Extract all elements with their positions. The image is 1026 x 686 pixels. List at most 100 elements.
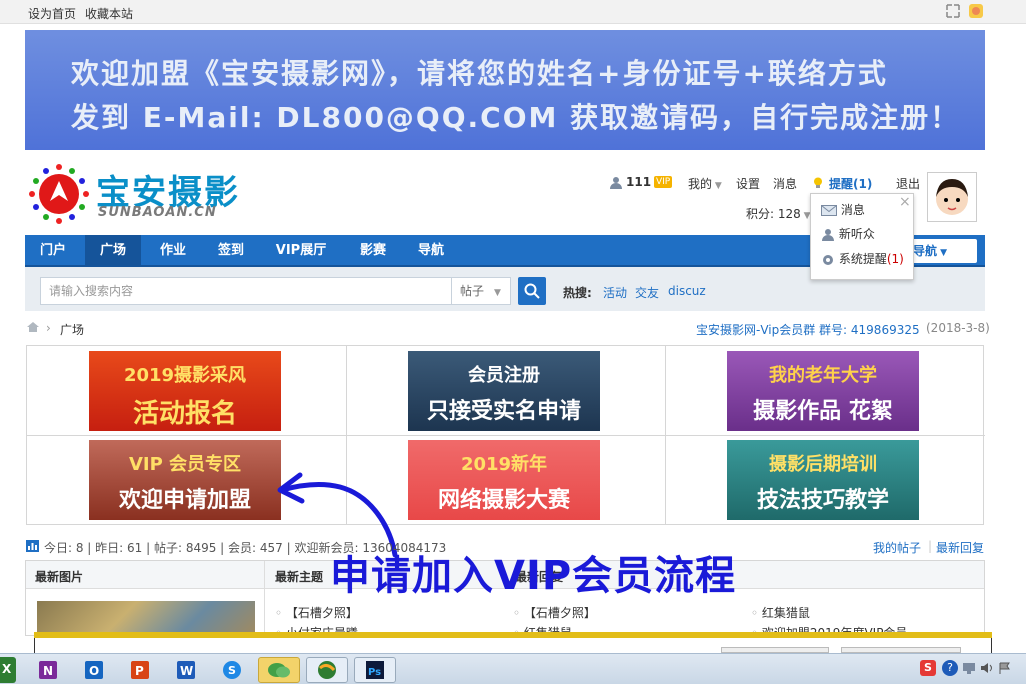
promo-tile-register[interactable]: 会员注册 只接受实名申请 [408, 351, 600, 431]
promo-tile-college[interactable]: 我的老年大学 摄影作品 花絮 [727, 351, 919, 431]
tile-line-1: 摄影后期培训 [769, 454, 877, 475]
promo-tile-vip[interactable]: VIP 会员专区欢迎申请加盟 [89, 440, 281, 520]
svg-text:S: S [228, 664, 236, 677]
browser-app-icon[interactable] [306, 657, 348, 683]
my-menu[interactable]: 我的 ▼ [688, 175, 722, 192]
promo-tile-training[interactable]: 摄影后期培训 技法技巧教学 [727, 440, 919, 520]
logo-subtitle: SUNBAOAN.CN [98, 205, 217, 220]
banner-line-1: 欢迎加盟《宝安摄影网》，请将您的姓名+身份证号+联络方式 [71, 57, 888, 90]
list-item-text: 【石槽夕照】 [285, 606, 358, 620]
logo-wheel-icon [29, 164, 89, 224]
popup-new-listener[interactable]: 新听众 [821, 225, 875, 242]
reminders-link[interactable]: 提醒(1) [829, 175, 872, 192]
app-icon[interactable] [968, 3, 984, 19]
powerpoint-app-icon[interactable]: P [122, 657, 158, 683]
group-info: 宝安摄影网-Vip会员群 群号: 419869325 [696, 323, 920, 337]
search-type-label: 帖子 [460, 284, 485, 298]
nav-item-vip-hall[interactable]: VIP展厅 [263, 235, 339, 267]
list-item[interactable]: ◦ 【石槽夕照】 [275, 604, 358, 621]
excel-app-icon[interactable]: X [0, 657, 16, 683]
gear-icon [823, 254, 833, 265]
nav-item-contest[interactable]: 影赛 [345, 235, 401, 267]
latest-image-thumbnail[interactable] [37, 601, 255, 635]
hot-link[interactable]: 交友 [635, 284, 659, 301]
grid-cell: 2019摄影采风活动报名 [27, 346, 347, 436]
popup-system-label: 系统提醒 [838, 252, 887, 266]
promo-tile-contest[interactable]: 2019新年 网络摄影大赛 [408, 440, 600, 520]
onenote-app-icon[interactable]: N [30, 657, 66, 683]
vip-badge: VIP [654, 176, 673, 188]
my-posts-link[interactable]: 我的帖子 [873, 539, 921, 556]
list-item[interactable]: ◦ 【石槽夕照】 [513, 604, 596, 621]
os-taskbar: X N O P W S Ps S ? [0, 653, 1026, 684]
photoshop-app-icon[interactable]: Ps [354, 657, 396, 683]
logout-link[interactable]: 退出 [896, 175, 920, 192]
person-icon [822, 229, 834, 241]
list-item[interactable]: ◦ 红集猎鼠 [751, 604, 810, 621]
chevron-down-icon: ▼ [494, 288, 501, 298]
network-icon[interactable] [962, 662, 976, 674]
set-home-link[interactable]: 设为首页 [28, 5, 76, 22]
search-icon [524, 283, 540, 299]
popup-new-listener-label: 新听众 [838, 227, 875, 241]
nav-item-navigation[interactable]: 导航 [403, 235, 459, 267]
outlook-app-icon[interactable]: O [76, 657, 112, 683]
username-link[interactable]: 111 [626, 175, 651, 189]
volume-icon[interactable] [980, 662, 994, 674]
nav-item-plaza[interactable]: 广场 [85, 235, 141, 267]
nav-item-checkin[interactable]: 签到 [203, 235, 259, 267]
tile-line-1: 我的老年大学 [769, 365, 877, 386]
nav-item-homework[interactable]: 作业 [145, 235, 201, 267]
popup-messages[interactable]: 消息 [821, 201, 865, 218]
invite-banner: 欢迎加盟《宝安摄影网》，请将您的姓名+身份证号+联络方式 发到 E-Mail: … [25, 30, 985, 150]
expand-icon[interactable] [946, 4, 960, 18]
hot-link[interactable]: discuz [668, 284, 706, 298]
word-app-icon[interactable]: W [168, 657, 204, 683]
close-icon[interactable]: × [899, 194, 911, 210]
tile-line-2: 欢迎申请加盟 [118, 488, 251, 513]
nav-item-portal[interactable]: 门户 [25, 235, 81, 267]
search-input[interactable]: 请输入搜索内容 [40, 277, 452, 305]
help-icon[interactable]: ? [942, 660, 958, 676]
svg-text:Ps: Ps [368, 667, 381, 678]
grid-cell: 会员注册 只接受实名申请 [346, 346, 666, 436]
svg-text:W: W [180, 664, 193, 678]
overlay-title: 申请加入VIP会员流程 [330, 553, 737, 599]
breadcrumb-current[interactable]: 广场 [60, 321, 84, 338]
tile-line-1: VIP 会员专区 [128, 454, 242, 475]
search-button[interactable] [518, 277, 546, 305]
points-label: 积分: 128 [746, 207, 801, 221]
popup-system-count: (1) [886, 252, 904, 266]
svg-text:O: O [89, 664, 99, 678]
avatar[interactable] [927, 172, 977, 222]
popup-system[interactable]: 系统提醒(1) [821, 250, 904, 267]
chevron-down-icon: ▼ [712, 181, 722, 191]
skype-app-icon[interactable]: S [214, 657, 250, 683]
flag-icon[interactable] [998, 662, 1012, 674]
search-type-select[interactable]: 帖子 ▼ [451, 277, 511, 305]
wechat-app-icon[interactable] [258, 657, 300, 683]
bulb-icon [814, 177, 822, 188]
latest-reply-link[interactable]: 最新回复 [936, 539, 984, 556]
divider: | [928, 539, 933, 553]
bookmark-link[interactable]: 收藏本站 [85, 5, 133, 22]
tile-line-2: 活动报名 [132, 399, 237, 429]
tile-line-1: 会员注册 [468, 365, 540, 386]
ime-icon[interactable]: S [920, 660, 936, 676]
home-icon[interactable] [26, 321, 40, 333]
reminder-popup: × 消息 新听众 系统提醒(1) [810, 193, 914, 280]
svg-text:P: P [135, 664, 144, 678]
settings-link[interactable]: 设置 [736, 175, 760, 192]
points-menu[interactable]: 积分: 128 ▼ [746, 205, 811, 222]
banner-line-2: 发到 E-Mail: DL800@QQ.COM 获取邀请码，自行完成注册！ [71, 101, 961, 134]
site-logo[interactable]: 宝安摄影 SUNBAOAN.CN [28, 163, 248, 225]
hot-link[interactable]: 活动 [603, 284, 627, 301]
messages-link[interactable]: 消息 [773, 175, 797, 192]
latest-images-heading: 最新图片 [35, 570, 84, 584]
top-bar: 设为首页 收藏本站 [0, 0, 1026, 24]
promo-tile-event[interactable]: 2019摄影采风活动报名 [89, 351, 281, 431]
hot-search-label: 热搜: [563, 286, 592, 300]
divider [264, 561, 265, 636]
tile-line-1: 2019摄影采风 [123, 365, 247, 386]
nav-dropdown[interactable]: 导航 ▼ [905, 239, 977, 263]
